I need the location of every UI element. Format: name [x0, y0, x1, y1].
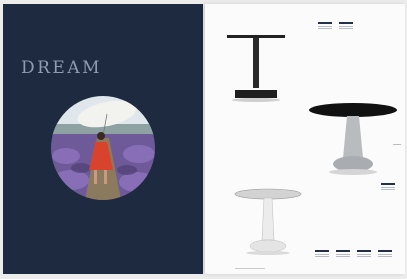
legend-item — [318, 22, 332, 30]
legend-bottom — [315, 250, 392, 258]
legend-item — [381, 183, 395, 191]
left-page: DREAM — [3, 4, 203, 274]
side-mark — [393, 144, 401, 145]
page-footer-mark — [235, 268, 265, 269]
legend-middle — [381, 183, 395, 191]
right-page — [205, 4, 405, 274]
page-heading: DREAM — [21, 58, 103, 78]
product-table-white-round — [233, 188, 303, 258]
product-table-black-round — [307, 102, 399, 182]
legend-top — [318, 22, 353, 30]
legend-item — [339, 22, 353, 30]
legend-item — [336, 250, 350, 258]
legend-item — [378, 250, 392, 258]
lavender-field-photo — [51, 96, 155, 200]
catalog-spread: DREAM — [3, 4, 405, 274]
product-table-square — [223, 32, 289, 104]
legend-item — [357, 250, 371, 258]
legend-item — [315, 250, 329, 258]
